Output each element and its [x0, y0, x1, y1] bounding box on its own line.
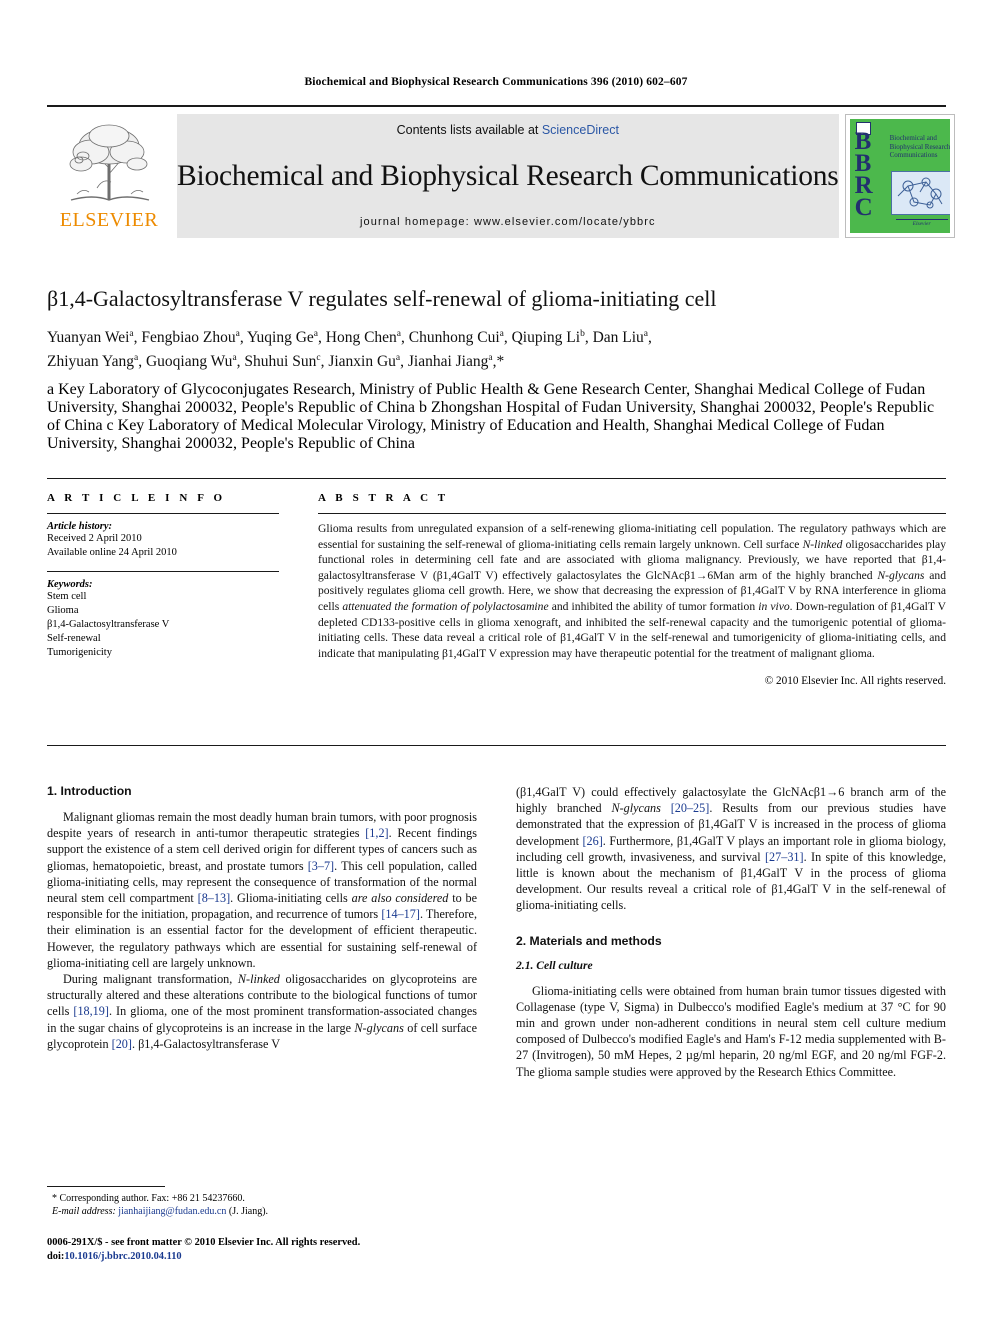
keyword-item: Stem cell — [47, 591, 87, 602]
running-head: Biochemical and Biophysical Research Com… — [304, 76, 688, 88]
contents-available-line: Contents lists available at ScienceDirec… — [397, 123, 619, 137]
doi-line: doi:10.1016/j.bbrc.2010.04.110 — [47, 1250, 487, 1264]
cover-publisher-label: Elsevier — [895, 219, 948, 227]
abstract-text: Glioma results from unregulated expansio… — [318, 522, 946, 660]
journal-masthead: ELSEVIER Contents lists available at Sci… — [47, 105, 955, 238]
intro-paragraph-3: (β1,4GalT V) could effectively galactosy… — [516, 785, 946, 913]
footnote-block: * Corresponding author. Fax: +86 21 5423… — [47, 1186, 477, 1219]
article-header: β1,4-Galactosyltransferase V regulates s… — [47, 286, 946, 453]
sciencedirect-link[interactable]: ScienceDirect — [542, 123, 619, 137]
keyword-item: β1,4-Galactosyltransferase V — [47, 619, 170, 630]
article-page: Biochemical and Biophysical Research Com… — [0, 0, 992, 1323]
footnote-rule — [47, 1186, 165, 1187]
cell-culture-paragraph: Glioma-initiating cells were obtained fr… — [516, 983, 946, 1079]
subsection-heading-cell-culture: 2.1. Cell culture — [516, 958, 593, 972]
masthead-top-rule — [47, 105, 946, 107]
journal-title: Biochemical and Biophysical Research Com… — [177, 160, 839, 192]
cover-journal-name: Biochemical and Biophysical Research Com… — [889, 134, 950, 159]
keywords-label: Keywords: — [47, 579, 93, 590]
keywords-rule — [47, 571, 279, 572]
keywords-block: Keywords: Stem cell Glioma β1,4-Galactos… — [47, 571, 279, 660]
abstract-rule — [318, 513, 946, 514]
elsevier-tree-icon — [69, 124, 150, 201]
elsevier-logo: ELSEVIER — [47, 114, 171, 238]
doi-link[interactable]: 10.1016/j.bbrc.2010.04.110 — [64, 1251, 181, 1262]
section-heading-materials-methods: 2. Materials and methods — [516, 933, 662, 948]
author-line-1: Yuanyan Weia, Fengbiao Zhoua, Yuqing Gea… — [47, 329, 652, 347]
keyword-item: Self-renewal — [47, 633, 101, 644]
elsevier-wordmark: ELSEVIER — [59, 209, 159, 231]
journal-homepage-link[interactable]: journal homepage: www.elsevier.com/locat… — [360, 216, 656, 228]
article-info-rule — [47, 513, 279, 514]
doi-label: doi: — [47, 1250, 65, 1262]
abstract-copyright: © 2010 Elsevier Inc. All rights reserved… — [764, 675, 946, 688]
cover-bbrc-letters: BBRC — [854, 128, 873, 221]
info-band-bottom-rule — [47, 745, 946, 746]
abstract-column: A B S T R A C T Glioma results from unre… — [318, 492, 946, 687]
article-history-online: Available online 24 April 2010 — [47, 547, 177, 558]
cover-artwork-image — [890, 171, 950, 215]
contents-prefix: Contents lists available at — [396, 123, 542, 137]
affiliation-list: a Key Laboratory of Glycoconjugates Rese… — [47, 381, 935, 453]
info-band-top-rule — [47, 478, 946, 479]
author-line-2: Zhiyuan Yanga, Guoqiang Wua, Shuhui Sunc… — [47, 353, 505, 371]
keyword-item: Tumorigenicity — [47, 647, 112, 658]
article-history-label: Article history: — [47, 521, 113, 532]
page-title: β1,4-Galactosyltransferase V regulates s… — [47, 286, 717, 311]
journal-cover-thumbnail: BBRC Biochemical and Biophysical Researc… — [844, 114, 955, 238]
author-list: Yuanyan Weia, Fengbiao Zhoua, Yuqing Gea… — [47, 324, 946, 372]
article-info-heading: A R T I C L E I N F O — [47, 492, 226, 504]
section-heading-introduction: 1. Introduction — [47, 784, 132, 798]
keyword-item: Glioma — [47, 605, 79, 616]
article-info-column: A R T I C L E I N F O Article history: R… — [47, 492, 279, 660]
email-note: E-mail address: jianhaijiang@fudan.edu.c… — [47, 1205, 477, 1218]
body-column-right: (β1,4GalT V) could effectively galactosy… — [516, 784, 946, 1080]
intro-paragraph-2: During malignant transformation, N-linke… — [47, 972, 477, 1051]
email-link[interactable]: jianhaijiang@fudan.edu.cn — [118, 1206, 226, 1217]
masthead-center: Contents lists available at ScienceDirec… — [177, 114, 839, 238]
body-column-left: 1. Introduction Malignant gliomas remain… — [47, 784, 477, 1052]
email-owner: (J. Jiang). — [228, 1206, 269, 1218]
article-history-received: Received 2 April 2010 — [47, 533, 142, 544]
intro-paragraph-1: Malignant gliomas remain the most deadly… — [47, 810, 478, 970]
abstract-heading: A B S T R A C T — [318, 492, 449, 504]
corresponding-author-note: * Corresponding author. Fax: +86 21 5423… — [52, 1193, 245, 1204]
email-label: E-mail address: — [52, 1206, 116, 1218]
issn-copyright-line: 0006-291X/$ - see front matter © 2010 El… — [47, 1237, 361, 1248]
imprint-block: 0006-291X/$ - see front matter © 2010 El… — [47, 1236, 487, 1263]
